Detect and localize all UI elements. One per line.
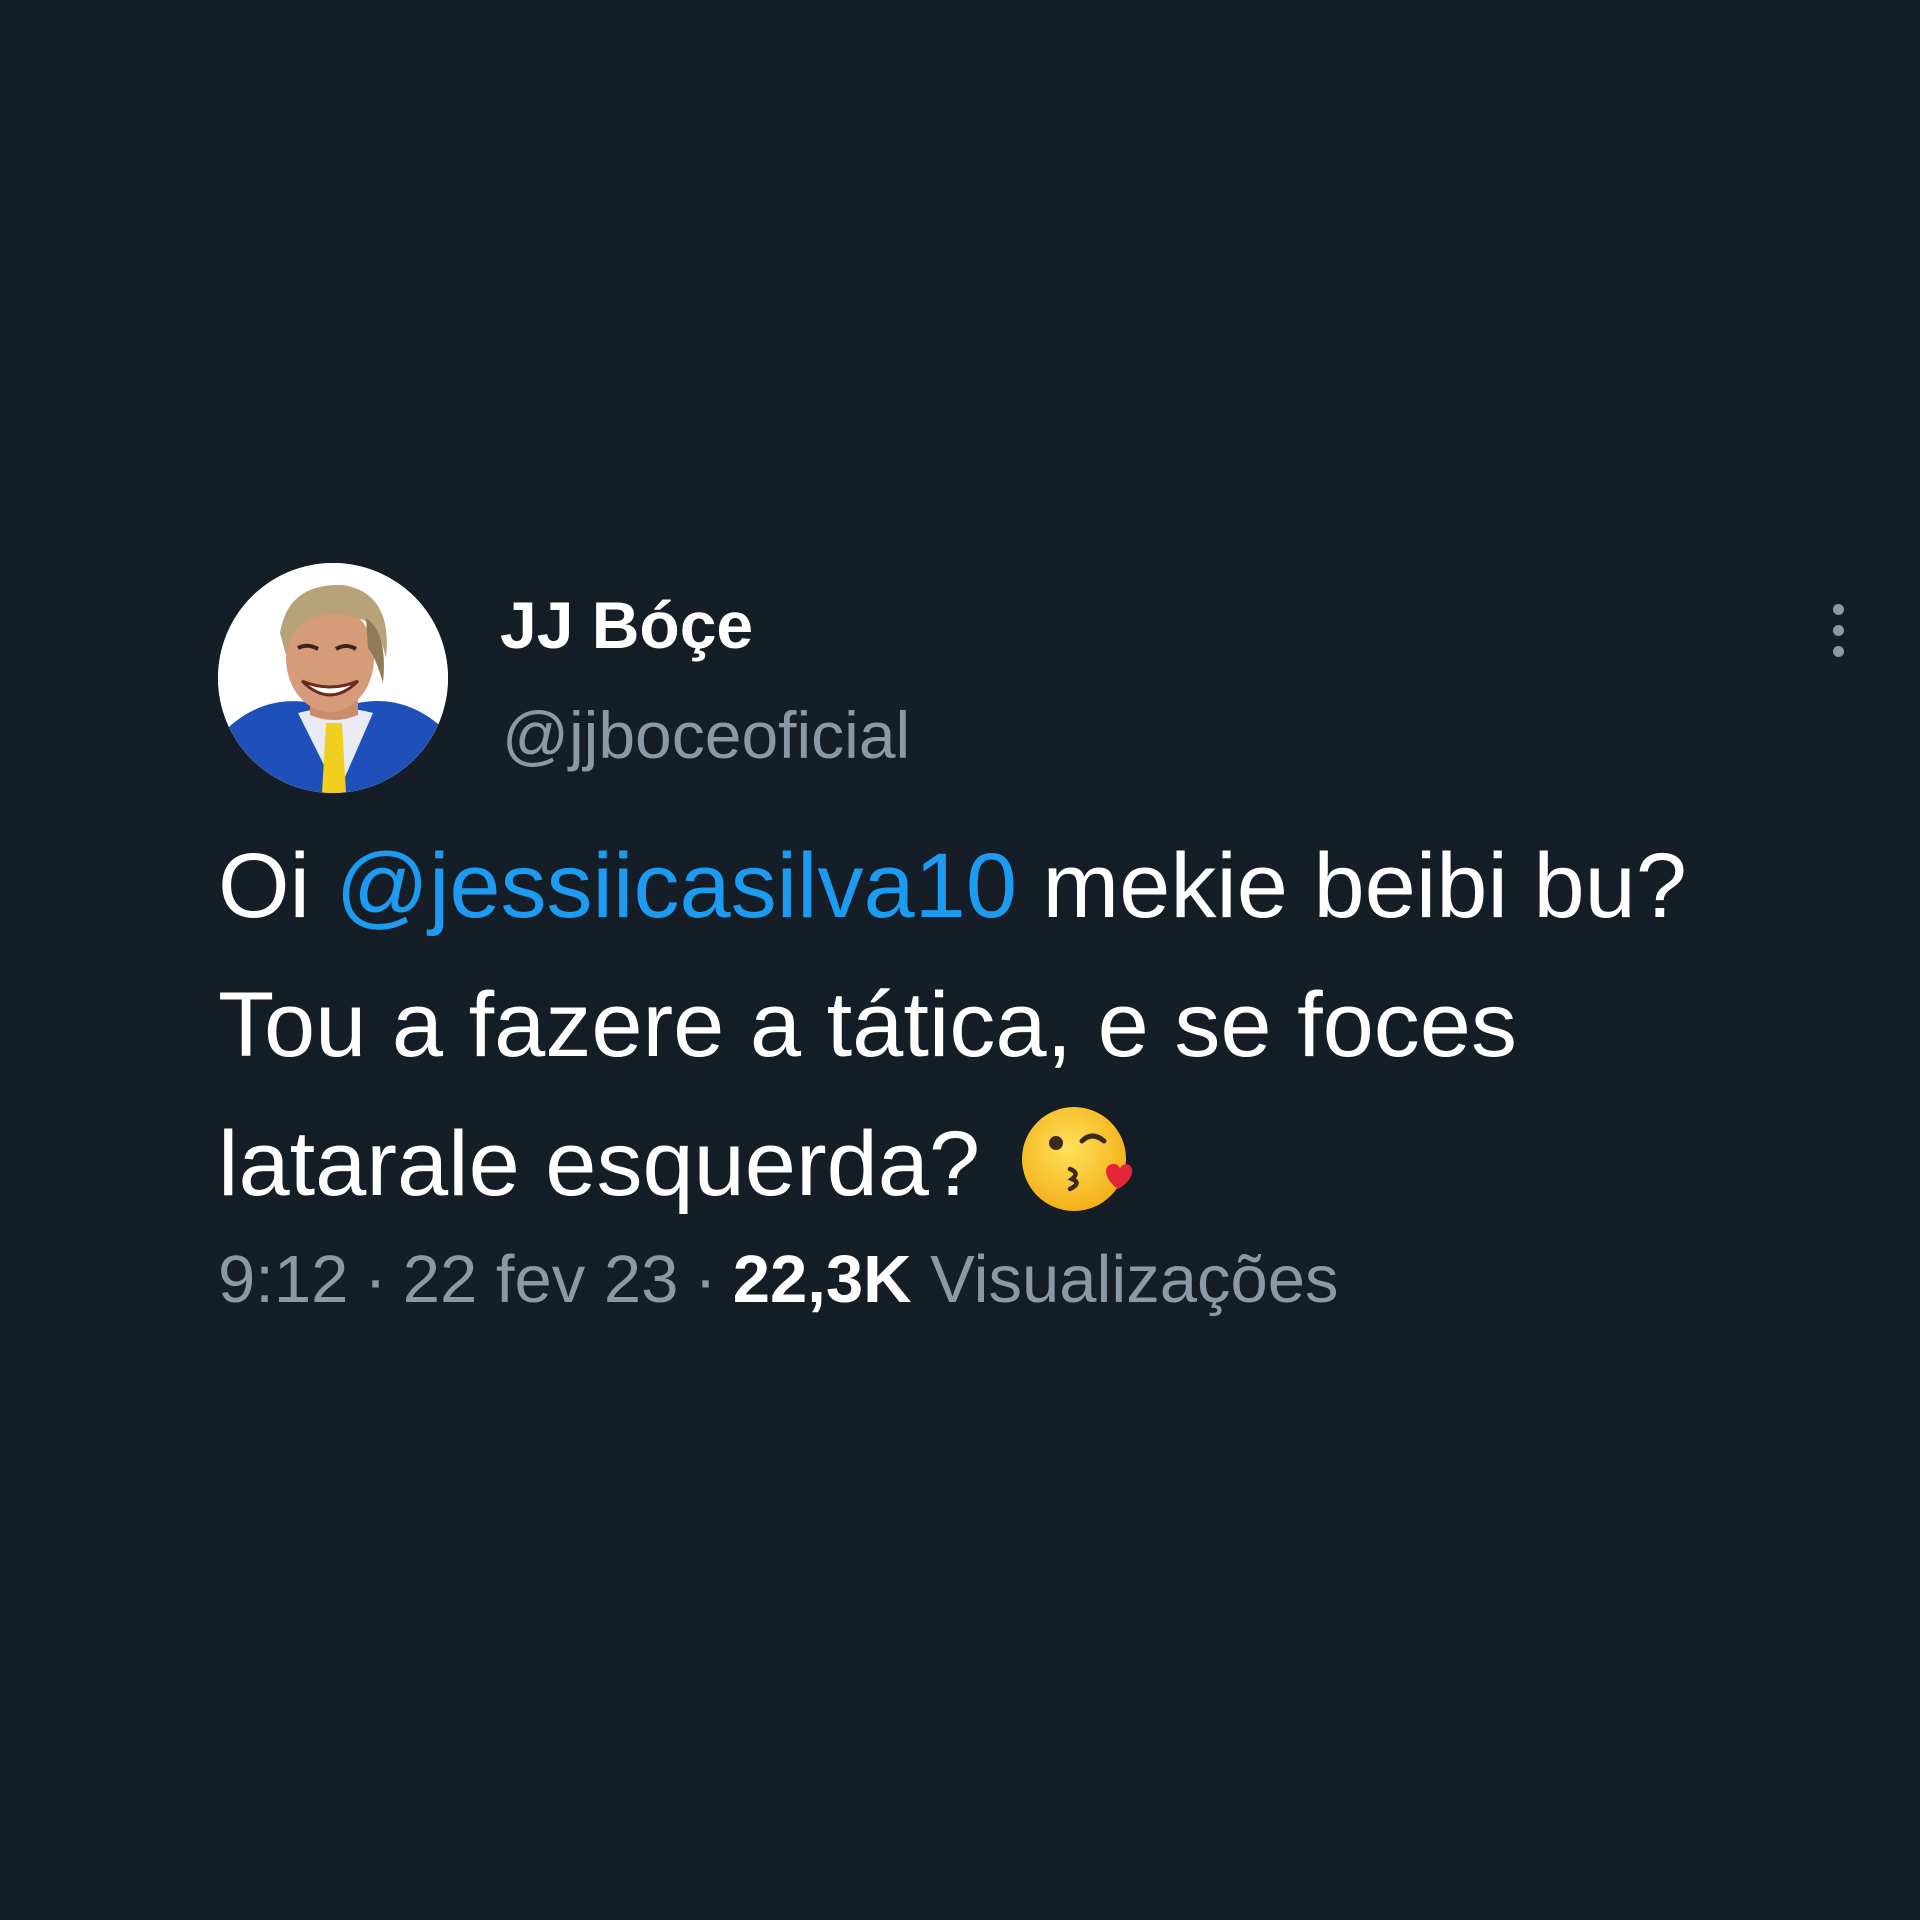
author-display-name[interactable]: JJ Bóçe <box>500 585 753 665</box>
views-label[interactable]: Visualizações <box>930 1242 1338 1317</box>
mention-link[interactable]: @jessiicasilva10 <box>336 835 1017 937</box>
more-options-button[interactable] <box>1814 596 1862 666</box>
tweet: JJ Bóçe @jjboceoficial Oi @jessiicasilva… <box>0 0 1920 1920</box>
views-count[interactable]: 22,3K <box>733 1242 912 1317</box>
tweet-text-prefix: Oi <box>218 835 336 937</box>
kissing-face-emoji-icon <box>1018 1099 1138 1219</box>
tweet-text: Oi @jessiicasilva10 mekie beibi bu? Tou … <box>218 817 1778 1234</box>
tweet-metadata: 9:12 · 22 fev 23 · 22,3K Visualizações <box>218 1240 1339 1320</box>
tweet-time[interactable]: 9:12 <box>218 1242 348 1317</box>
meta-separator: · <box>364 1242 387 1317</box>
author-avatar[interactable] <box>218 563 448 793</box>
meta-separator: · <box>694 1242 717 1317</box>
tweet-date[interactable]: 22 fev 23 <box>403 1242 679 1317</box>
author-handle[interactable]: @jjboceoficial <box>502 695 910 775</box>
avatar-photo <box>218 563 448 793</box>
